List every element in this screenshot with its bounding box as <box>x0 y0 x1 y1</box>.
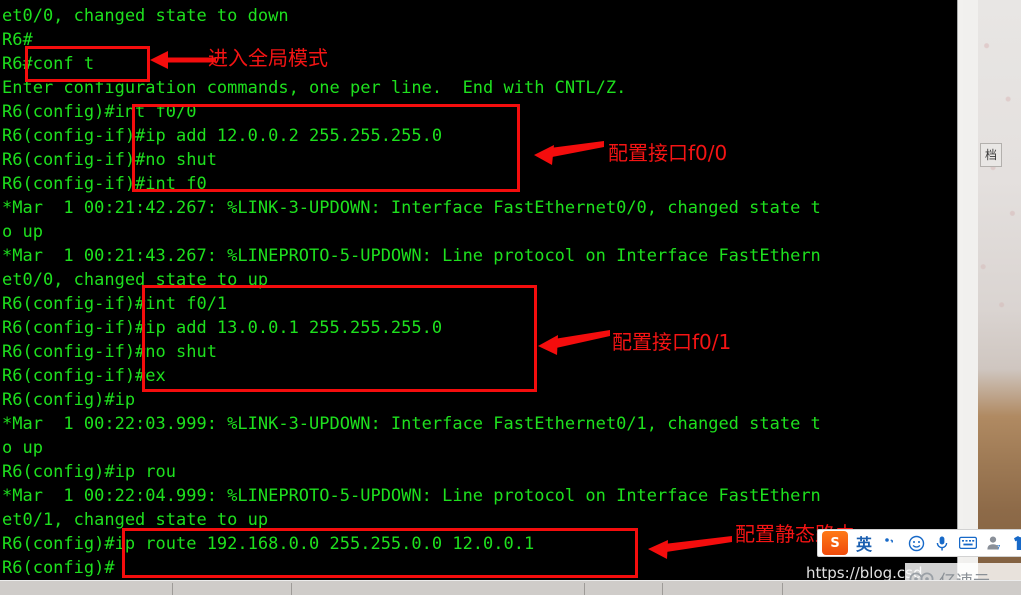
terminal-line: o up <box>2 222 43 242</box>
language-toggle-button[interactable]: 英 <box>854 531 874 555</box>
microphone-icon[interactable] <box>932 532 952 554</box>
arrow-icon-conf-t <box>150 48 216 72</box>
svg-text:7: 7 <box>996 544 1000 551</box>
screen-root: 档 et0/0, changed state to down R6# R6#conf… <box>0 0 1021 595</box>
arrow-icon-f0-1 <box>538 330 610 356</box>
terminal-line: *Mar 1 00:22:04.999: %LINEPROTO-5-UPDOWN… <box>2 486 821 506</box>
desktop-wallpaper <box>978 0 1021 595</box>
terminal-line: *Mar 1 00:21:43.267: %LINEPROTO-5-UPDOWN… <box>2 246 821 266</box>
highlight-box-static-route <box>122 528 638 578</box>
window-side-tab[interactable]: 档 <box>980 143 1002 167</box>
ime-toolbar[interactable]: S 英 7 <box>817 529 1021 557</box>
taskbar-separator <box>291 583 292 595</box>
arrow-icon-static-route <box>648 536 732 560</box>
sogou-logo-icon[interactable]: S <box>822 531 848 555</box>
taskbar-separator <box>782 583 783 595</box>
skin-icon[interactable] <box>1010 532 1021 554</box>
taskbar[interactable] <box>0 580 1021 595</box>
annotation-label-enter-global-mode: 进入全局模式 <box>208 46 328 70</box>
annotation-label-configure-f0-0: 配置接口f0/0 <box>608 141 728 165</box>
taskbar-separator <box>172 583 173 595</box>
taskbar-separator <box>584 583 585 595</box>
terminal-line: R6(config)#ip rou <box>2 462 176 482</box>
highlight-box-interface-f0-0 <box>132 104 520 192</box>
terminal-line: *Mar 1 00:22:03.999: %LINK-3-UPDOWN: Int… <box>2 414 821 434</box>
arrow-icon-f0-0 <box>534 141 604 167</box>
terminal-scrollbar-track[interactable] <box>963 0 978 580</box>
emoji-icon[interactable] <box>906 532 926 554</box>
soft-keyboard-icon[interactable] <box>958 532 978 554</box>
user-account-icon[interactable]: 7 <box>984 532 1004 554</box>
highlight-box-interface-f0-1 <box>142 285 537 392</box>
taskbar-separator <box>662 583 663 595</box>
highlight-box-conf-t <box>25 46 150 82</box>
annotation-label-configure-f0-1: 配置接口f0/1 <box>612 330 732 354</box>
punctuation-icon[interactable] <box>880 532 900 554</box>
terminal-line: *Mar 1 00:21:42.267: %LINK-3-UPDOWN: Int… <box>2 198 821 218</box>
terminal-line: o up <box>2 438 43 458</box>
terminal-line: et0/0, changed state to down <box>2 6 289 26</box>
